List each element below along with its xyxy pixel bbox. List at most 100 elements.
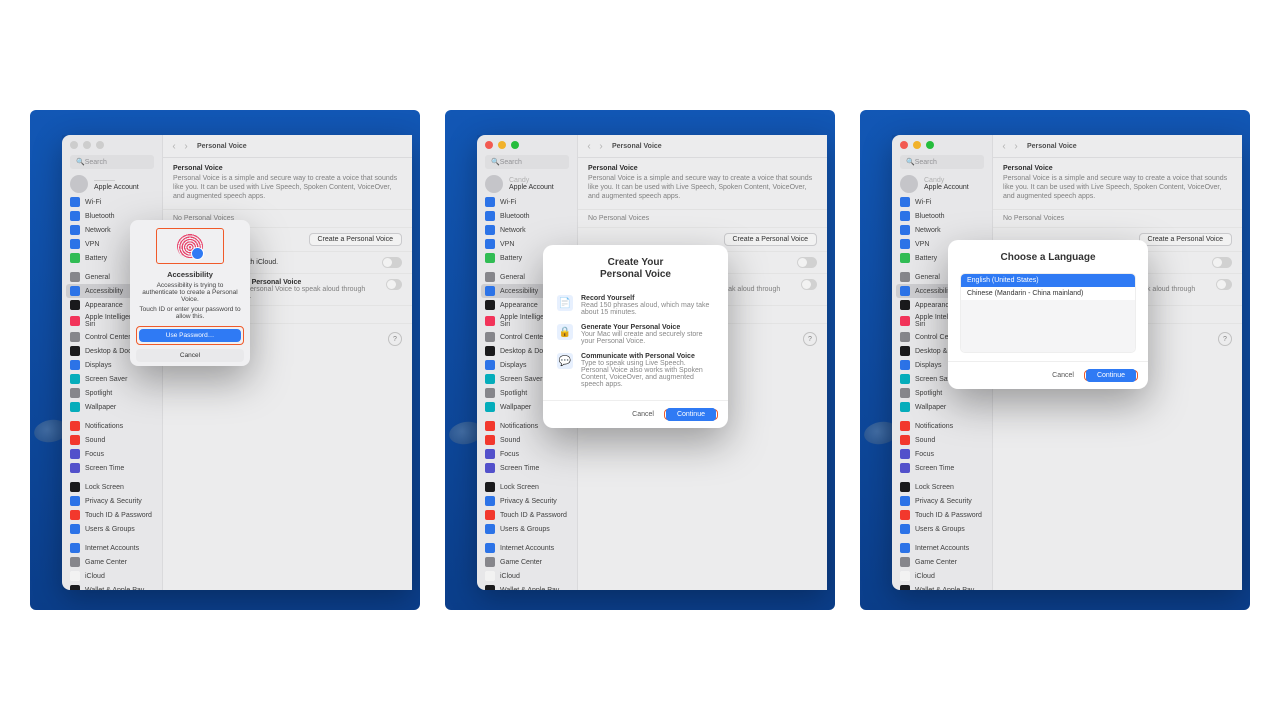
sidebar-item[interactable]: Lock Screen [62,480,162,494]
continue-button[interactable]: Continue [1086,369,1136,382]
sidebar-item[interactable]: Bluetooth [892,209,992,223]
sidebar-icon [485,300,495,310]
icloud-toggle[interactable] [382,257,402,268]
sidebar-item[interactable]: Wi-Fi [892,195,992,209]
sidebar-icon [70,482,80,492]
sidebar-item[interactable]: Screen Time [892,461,992,475]
page-desc: Personal Voice is a simple and secure wa… [173,175,402,201]
screenshot-2: 🔍 Search CandyApple Account Wi-FiBluetoo… [445,110,835,610]
sidebar-item[interactable]: iCloud [892,569,992,583]
sidebar-item[interactable]: Internet Accounts [477,541,577,555]
sidebar-item[interactable]: Game Center [62,555,162,569]
sidebar-item[interactable]: iCloud [477,569,577,583]
sidebar-icon [900,496,910,506]
sidebar-item[interactable]: Internet Accounts [892,541,992,555]
account-row[interactable]: CandyApple Account [485,175,569,193]
sidebar-item[interactable]: Wallet & Apple Pay [62,583,162,590]
use-password-button[interactable]: Use Password… [139,329,241,342]
sidebar-icon [70,272,80,282]
sidebar-icon [70,571,80,581]
sidebar-icon [485,253,495,263]
sidebar-item[interactable]: Privacy & Security [477,494,577,508]
sidebar-icon [70,300,80,310]
account-row[interactable]: ———Apple Account [70,175,154,193]
sidebar-item[interactable]: Notifications [62,419,162,433]
search-input[interactable]: 🔍 Search [70,155,154,169]
sidebar-item[interactable]: Touch ID & Password [62,508,162,522]
sidebar-item[interactable]: Sound [892,433,992,447]
sidebar-item[interactable]: Sound [477,433,577,447]
sidebar-item[interactable]: Users & Groups [62,522,162,536]
avatar [485,175,503,193]
sidebar-icon [70,557,80,567]
search-input[interactable]: 🔍 Search [485,155,569,169]
sidebar-item[interactable]: Wallpaper [892,400,992,414]
allow-apps-toggle[interactable] [386,279,402,290]
sidebar-item[interactable]: Lock Screen [892,480,992,494]
sidebar-item[interactable]: Focus [892,447,992,461]
sidebar-item[interactable]: Internet Accounts [62,541,162,555]
sidebar-icon [485,510,495,520]
sidebar-icon [70,360,80,370]
sidebar-icon [485,482,495,492]
sidebar-item[interactable]: Touch ID & Password [477,508,577,522]
nav-back[interactable]: ‹ [169,141,179,151]
cancel-button[interactable]: Cancel [628,409,658,420]
nav-fwd[interactable]: › [181,141,191,151]
sidebar-item[interactable]: Wallpaper [62,400,162,414]
sidebar-item[interactable]: Network [892,223,992,237]
sidebar-icon [485,332,495,342]
sidebar-item[interactable]: Game Center [892,555,992,569]
sidebar-icon [70,402,80,412]
language-option[interactable]: English (United States) [961,274,1135,287]
sidebar-item[interactable]: Users & Groups [477,522,577,536]
sidebar-item[interactable]: Focus [62,447,162,461]
sidebar-item[interactable]: iCloud [62,569,162,583]
sidebar-icon [900,225,910,235]
screenshot-3: 🔍 Search CandyApple Account Wi-FiBluetoo… [860,110,1250,610]
sidebar-item[interactable]: Notifications [892,419,992,433]
cancel-button[interactable]: Cancel [136,349,244,362]
sidebar-icon [900,585,910,590]
sidebar-item[interactable]: Focus [477,447,577,461]
sidebar-item[interactable]: Spotlight [62,386,162,400]
sidebar-icon [900,253,910,263]
cancel-button[interactable]: Cancel [1048,370,1078,381]
sidebar-icon [70,197,80,207]
sidebar-item[interactable]: Wallet & Apple Pay [892,583,992,590]
search-input[interactable]: 🔍 Search [900,155,984,169]
auth-dialog: Accessibility Accessibility is trying to… [130,220,250,366]
help-button[interactable]: ? [388,332,402,346]
language-option[interactable]: Chinese (Mandarin - China mainland) [961,287,1135,300]
sidebar-icon [70,585,80,590]
sidebar-item[interactable]: Privacy & Security [892,494,992,508]
sidebar-item[interactable]: Wi-Fi [62,195,162,209]
sidebar-icon [70,253,80,263]
sidebar-icon [900,482,910,492]
sidebar-item[interactable]: Bluetooth [477,209,577,223]
sidebar-item[interactable]: Privacy & Security [62,494,162,508]
sidebar-item[interactable]: Screen Time [477,461,577,475]
sidebar-icon [70,435,80,445]
sidebar-item[interactable]: Network [477,223,577,237]
sidebar-icon [485,557,495,567]
sidebar-icon [485,449,495,459]
sidebar-item[interactable]: Sound [62,433,162,447]
sidebar-item[interactable]: Users & Groups [892,522,992,536]
sidebar-icon [900,300,910,310]
sidebar-icon [485,571,495,581]
continue-button[interactable]: Continue [666,408,716,421]
sidebar-item[interactable]: Screen Time [62,461,162,475]
account-row[interactable]: CandyApple Account [900,175,984,193]
sidebar-item[interactable]: Screen Saver [62,372,162,386]
sidebar-icon [485,211,495,221]
sidebar-icon [485,463,495,473]
step-icon: 💬 [557,353,573,369]
sidebar-item[interactable]: Wi-Fi [477,195,577,209]
sidebar-item[interactable]: Touch ID & Password [892,508,992,522]
sidebar-item[interactable]: Wallet & Apple Pay [477,583,577,590]
sidebar-icon [485,360,495,370]
create-voice-button[interactable]: Create a Personal Voice [309,233,403,246]
sidebar-item[interactable]: Game Center [477,555,577,569]
sidebar-item[interactable]: Lock Screen [477,480,577,494]
